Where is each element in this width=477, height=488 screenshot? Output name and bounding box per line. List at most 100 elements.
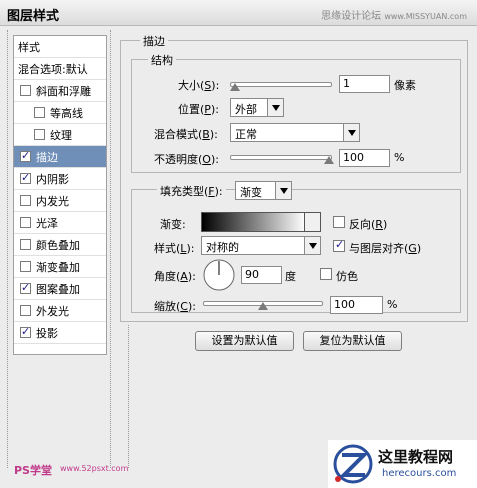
fill-type-label: 填充类型(F): [157,183,226,199]
watermark-top-text: 思缘设计论坛 [321,11,382,22]
style-label: 样式(L): [154,242,195,255]
sidebar-item[interactable]: 颜色叠加 [14,234,106,256]
position-select[interactable]: 外部 [230,98,284,117]
sidebar-item-label: 内发光 [36,194,69,208]
reset-default-button[interactable]: 复位为默认值 [303,331,402,351]
scale-label: 缩放(C): [154,300,196,313]
watermark-top-url: www.MISSYUAN.com [384,12,467,21]
make-default-button[interactable]: 设置为默认值 [195,331,294,351]
sidebar-item[interactable]: 描边 [14,146,106,168]
sidebar-item-checkbox[interactable] [20,217,31,228]
sidebar-item-checkbox[interactable] [20,305,31,316]
gradient-preview[interactable] [202,213,305,231]
fill-type-select[interactable]: 渐变 [235,181,292,200]
chevron-down-icon [275,182,291,199]
sidebar-item-label: 斜面和浮雕 [36,84,91,98]
sidebar-item[interactable]: 光泽 [14,212,106,234]
position-label: 位置(P): [178,103,219,116]
angle-unit: 度 [285,270,296,283]
size-unit: 像素 [394,79,416,92]
sidebar-item-checkbox[interactable] [20,149,31,162]
size-slider-thumb[interactable] [229,83,240,91]
size-input[interactable]: 1 [339,75,390,93]
scale-input[interactable]: 100 [330,296,383,314]
dotted-guide-inner [128,325,129,468]
sidebar-item[interactable]: 斜面和浮雕 [14,80,106,102]
sidebar-item-checkbox[interactable] [20,171,31,184]
sidebar-item-checkbox[interactable] [34,107,45,118]
scale-slider-thumb[interactable] [258,302,268,310]
sidebar-item[interactable]: 外发光 [14,300,106,322]
sidebar-item[interactable]: 投影 [14,322,106,344]
sidebar-item-label: 描边 [36,150,58,164]
sidebar-item-checkbox[interactable] [20,239,31,250]
opacity-unit: % [394,151,405,164]
sidebar-header-label: 样式 [18,40,40,54]
dither-label: 仿色 [336,270,358,283]
structure-group-label: 结构 [148,52,176,68]
sidebar-item[interactable]: 内发光 [14,190,106,212]
watermark-ps-url: www.52psxt.com [60,464,129,473]
opacity-input[interactable]: 100 [339,149,390,167]
opacity-slider-thumb[interactable] [324,156,334,164]
sidebar-blend-options[interactable]: 混合选项:默认 [14,58,106,80]
opacity-label: 不透明度(O): [154,153,219,166]
sidebar-item-label: 图案叠加 [36,282,80,296]
watermark-ps-text: PS学堂 [14,464,52,477]
dotted-guide-mid [110,30,111,468]
sidebar-item-label: 投影 [36,326,58,340]
sidebar-item[interactable]: 渐变叠加 [14,256,106,278]
reverse-label: 反向(R) [349,218,388,231]
watermark-bottom-right: 这里教程网 herecours.com [328,440,477,488]
scale-unit: % [387,298,398,311]
size-label: 大小(S): [178,79,220,92]
sidebar-item[interactable]: 图案叠加 [14,278,106,300]
sidebar-item[interactable]: 内阴影 [14,168,106,190]
align-with-layer-label: 与图层对齐(G) [349,242,422,255]
gradient-label: 渐变: [160,218,186,231]
sidebar-item-checkbox[interactable] [20,261,31,272]
sidebar-blend-label: 混合选项:默认 [18,62,88,76]
angle-dial[interactable] [202,258,236,292]
sidebar-item-checkbox[interactable] [20,195,31,206]
align-with-layer-checkbox[interactable] [333,238,345,252]
watermark-site-url: herecours.com [382,468,457,479]
watermark-top: 思缘设计论坛 www.MISSYUAN.com [321,7,467,22]
opacity-slider[interactable] [230,155,332,160]
watermark-site-name: 这里教程网 [378,448,454,466]
sidebar-item-checkbox[interactable] [20,281,31,294]
dialog-title: 图层样式 [7,9,60,24]
gradient-picker[interactable] [201,212,321,232]
angle-input[interactable]: 90 [241,266,282,284]
sidebar-item-checkbox[interactable] [34,129,45,140]
sidebar-item[interactable]: 等高线 [14,102,106,124]
layer-style-dialog: 图层样式 思缘设计论坛 www.MISSYUAN.com 样式 混合选项:默认 … [0,0,477,488]
sidebar-item-label: 颜色叠加 [36,238,80,252]
style-select-value: 对称的 [206,241,239,254]
sidebar-item-label: 等高线 [50,106,83,120]
site-logo-icon [333,444,373,484]
sidebar-item-label: 内阴影 [36,172,69,186]
blend-mode-select[interactable]: 正常 [230,123,360,142]
chevron-down-icon[interactable] [304,213,320,231]
chevron-down-icon [267,99,283,116]
sidebar-item-checkbox[interactable] [20,85,31,96]
position-select-value: 外部 [235,103,257,116]
sidebar-item-label: 外发光 [36,304,69,318]
size-slider[interactable] [230,82,332,87]
dither-checkbox[interactable] [320,268,332,280]
dotted-guide-left [7,30,8,468]
blend-mode-select-value: 正常 [235,128,257,141]
sidebar-item-checkbox[interactable] [20,325,31,338]
angle-label: 角度(A): [154,270,196,283]
styles-sidebar: 样式 混合选项:默认 斜面和浮雕等高线纹理描边内阴影内发光光泽颜色叠加渐变叠加图… [13,35,107,355]
stroke-group-label: 描边 [140,33,168,49]
sidebar-item-label: 渐变叠加 [36,260,80,274]
sidebar-item[interactable]: 纹理 [14,124,106,146]
style-select[interactable]: 对称的 [201,236,321,255]
sidebar-header-styles[interactable]: 样式 [14,36,106,58]
reverse-checkbox[interactable] [333,216,345,228]
fill-type-select-value: 渐变 [240,186,262,199]
sidebar-item-label: 纹理 [50,128,72,142]
blend-mode-label: 混合模式(B): [154,128,218,141]
